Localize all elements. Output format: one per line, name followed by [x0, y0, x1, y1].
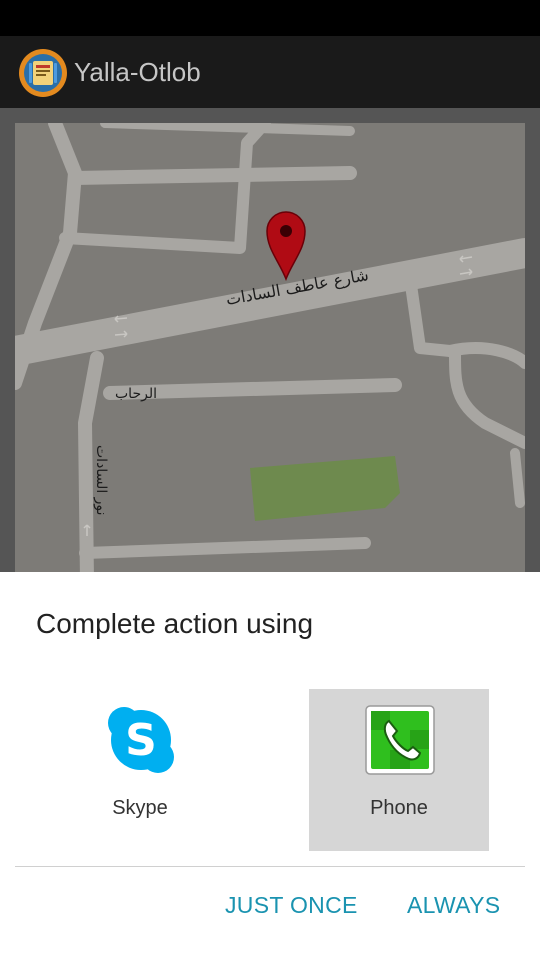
app-option-phone[interactable]: Phone: [309, 689, 489, 851]
map-label-vertical-street: نور السادات: [93, 445, 109, 516]
action-bar: Yalla-Otlob: [0, 36, 540, 108]
skype-icon: S: [106, 705, 176, 775]
status-bar: [0, 0, 540, 36]
svg-text:S: S: [125, 715, 157, 766]
location-marker-icon[interactable]: [265, 209, 307, 281]
button-divider: [15, 866, 525, 867]
chooser-dialog: Complete action using S Skype Phone JUST…: [0, 572, 540, 960]
yalla-otlob-app-icon[interactable]: [18, 48, 68, 98]
map-view[interactable]: شارع عاطف السادات الرحاب نور السادات: [15, 123, 525, 580]
map-label-rehab: الرحاب: [115, 386, 157, 402]
app-title: Yalla-Otlob: [74, 57, 201, 87]
content-area: شارع عاطف السادات الرحاب نور السادات: [0, 108, 540, 580]
just-once-button[interactable]: JUST ONCE: [225, 892, 358, 919]
app-option-label: Phone: [370, 797, 428, 819]
dialog-title: Complete action using: [36, 608, 314, 639]
phone-app-icon: [365, 705, 435, 775]
app-option-skype[interactable]: S Skype: [50, 689, 230, 851]
always-button[interactable]: ALWAYS: [407, 892, 500, 919]
app-option-label: Skype: [112, 797, 168, 819]
